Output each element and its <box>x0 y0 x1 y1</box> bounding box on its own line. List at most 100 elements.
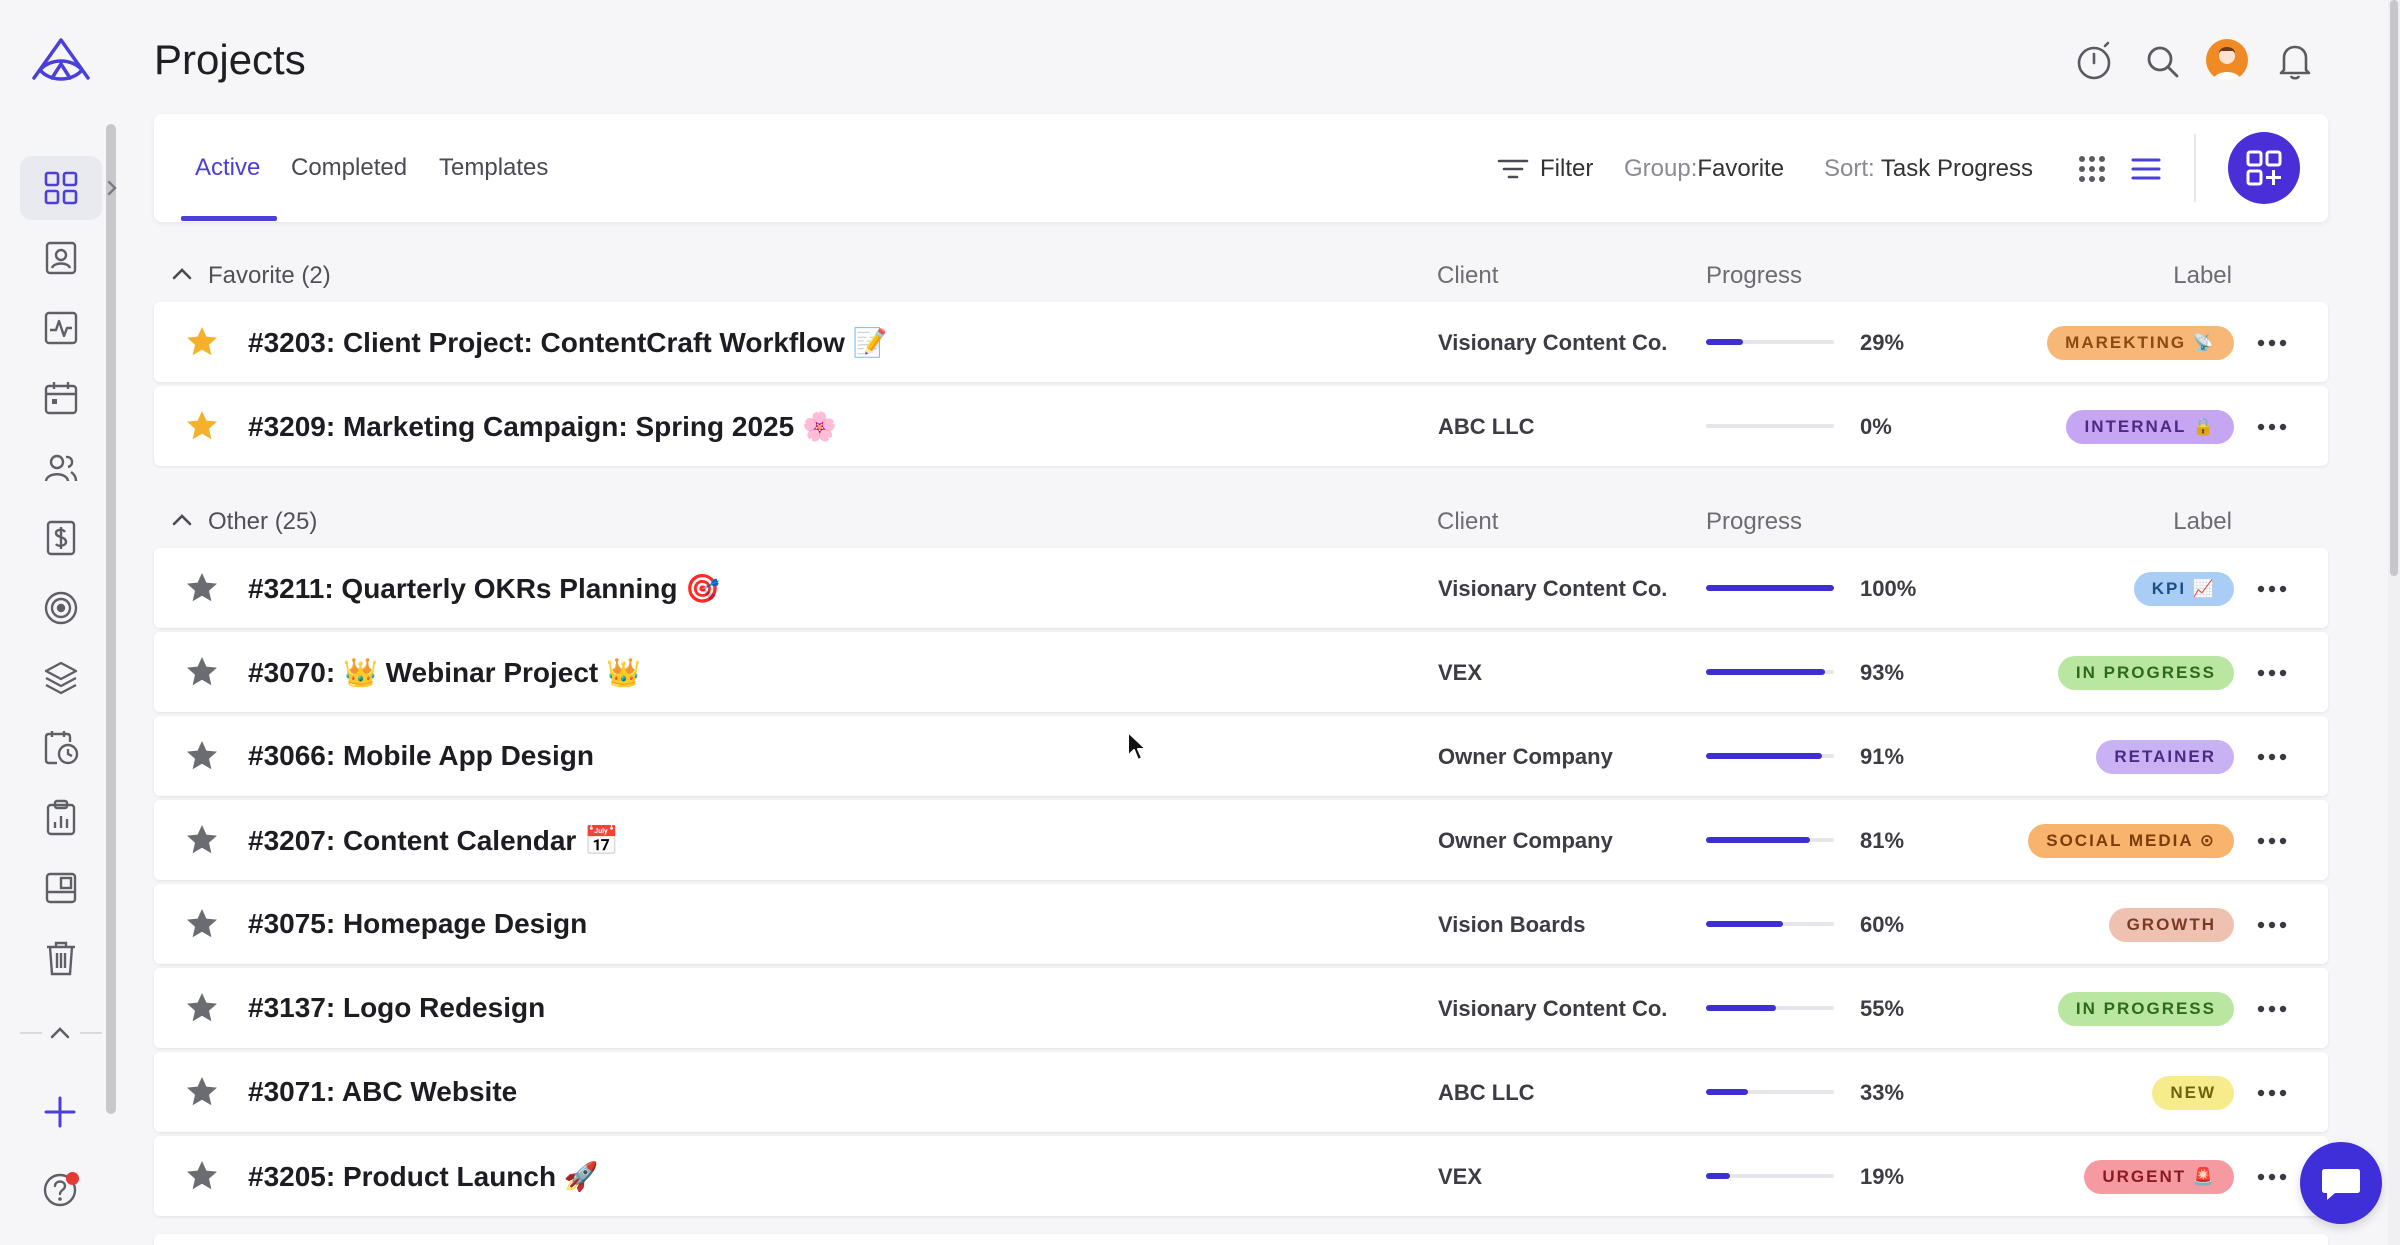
more-options-icon[interactable] <box>2254 1076 2290 1110</box>
project-row[interactable]: #3203: Client Project: ContentCraft Work… <box>154 302 2328 382</box>
favorite-star-icon[interactable] <box>184 990 220 1026</box>
user-avatar[interactable] <box>2206 39 2248 81</box>
column-header-label[interactable]: Label <box>2173 508 2232 536</box>
column-header-progress[interactable]: Progress <box>1706 508 1802 536</box>
project-row[interactable]: #3066: Mobile App Design Owner Company 91%… <box>154 716 2328 796</box>
sidebar-item-layers[interactable] <box>20 646 102 710</box>
filter-button[interactable]: Filter <box>1540 155 1593 183</box>
chevron-right-icon[interactable] <box>104 176 120 200</box>
project-name[interactable]: #3205: Product Launch 🚀 <box>248 1160 599 1193</box>
chevron-up-icon[interactable] <box>46 1022 74 1044</box>
search-icon[interactable] <box>2142 40 2184 82</box>
project-row[interactable]: #3205: Product Launch 🚀 VEX 19% URGENT 🚨 <box>154 1136 2328 1216</box>
favorite-star-icon[interactable] <box>184 570 220 606</box>
project-row[interactable]: #3071: ABC Website ABC LLC 33% NEW <box>154 1052 2328 1132</box>
sidebar-item-goals[interactable] <box>20 576 102 640</box>
project-label-badge[interactable]: INTERNAL 🔒 <box>2066 410 2234 444</box>
sidebar-item-timesheets[interactable] <box>20 716 102 780</box>
project-name[interactable]: #3203: Client Project: ContentCraft Work… <box>248 326 888 359</box>
timer-icon[interactable] <box>2074 40 2116 82</box>
main-scrollbar-thumb[interactable] <box>2390 0 2398 576</box>
project-label-badge[interactable]: NEW <box>2152 1076 2234 1110</box>
sidebar-item-trash[interactable] <box>20 926 102 990</box>
project-row[interactable]: #3207: Content Calendar 📅 Owner Company 81… <box>154 800 2328 880</box>
column-header-label[interactable]: Label <box>2173 262 2232 290</box>
project-name[interactable]: #3070: 👑 Webinar Project 👑 <box>248 656 641 689</box>
project-name[interactable]: #3066: Mobile App Design <box>248 740 594 772</box>
project-label-badge[interactable]: KPI 📈 <box>2133 572 2234 606</box>
project-label-badge[interactable]: IN PROGRESS <box>2057 656 2234 690</box>
project-label-badge[interactable]: IN PROGRESS <box>2057 992 2234 1026</box>
sidebar-item-templates[interactable] <box>20 856 102 920</box>
app-logo-icon[interactable] <box>30 34 92 86</box>
more-options-icon[interactable] <box>2254 992 2290 1026</box>
group-header-favorite[interactable]: Favorite (2) Client Progress Label <box>154 256 2328 296</box>
more-options-icon[interactable] <box>2254 410 2290 444</box>
sidebar-item-reports[interactable] <box>20 786 102 850</box>
project-label-badge[interactable]: MAREKTING 📡 <box>2047 326 2234 360</box>
sidebar-item-contacts[interactable] <box>20 226 102 290</box>
tab-active[interactable]: Active <box>195 154 260 182</box>
grid-view-icon[interactable] <box>2075 152 2109 186</box>
sidebar-scrollbar[interactable] <box>106 124 116 1114</box>
favorite-star-icon[interactable] <box>184 1074 220 1110</box>
group-by-selector[interactable]: Group:Favorite <box>1624 155 1784 183</box>
chevron-up-icon[interactable] <box>170 510 194 530</box>
column-header-progress[interactable]: Progress <box>1706 262 1802 290</box>
more-options-icon[interactable] <box>2254 908 2290 942</box>
project-row[interactable]: #3137: Logo Redesign Visionary Content Co… <box>154 968 2328 1048</box>
project-name[interactable]: #3137: Logo Redesign <box>248 992 545 1024</box>
bell-icon[interactable] <box>2274 40 2316 82</box>
more-options-icon[interactable] <box>2254 1160 2290 1194</box>
sidebar-item-dashboard[interactable] <box>20 156 102 220</box>
project-client: VEX <box>1438 660 1483 685</box>
project-row[interactable]: #3070: 👑 Webinar Project 👑 VEX 93% IN PROGR… <box>154 632 2328 712</box>
project-name[interactable]: #3071: ABC Website <box>248 1076 517 1108</box>
chat-button[interactable] <box>2300 1142 2382 1224</box>
project-name[interactable]: #3075: Homepage Design <box>248 908 587 940</box>
project-row[interactable]: #3211: Quarterly OKRs Planning 🎯 Visionar… <box>154 548 2328 628</box>
table-row[interactable] <box>154 1234 2328 1245</box>
chevron-up-icon[interactable] <box>170 264 194 284</box>
sidebar-item-invoices[interactable] <box>20 506 102 570</box>
sort-selector[interactable]: Sort: Task Progress <box>1824 155 2033 183</box>
sidebar-item-calendar[interactable] <box>20 366 102 430</box>
list-view-icon[interactable] <box>2129 152 2163 186</box>
project-name[interactable]: #3211: Quarterly OKRs Planning 🎯 <box>248 572 720 605</box>
favorite-star-icon[interactable] <box>184 324 220 360</box>
sidebar-item-team[interactable] <box>20 436 102 500</box>
sidebar-item-activity[interactable] <box>20 296 102 360</box>
tab-completed[interactable]: Completed <box>291 154 407 182</box>
more-options-icon[interactable] <box>2254 824 2290 858</box>
add-project-button[interactable] <box>2228 132 2300 204</box>
favorite-star-icon[interactable] <box>184 408 220 444</box>
progress-bar-fill <box>1706 339 1744 345</box>
project-row[interactable]: #3075: Homepage Design Vision Boards 60% GR… <box>154 884 2328 964</box>
more-options-icon[interactable] <box>2254 572 2290 606</box>
group-header-other[interactable]: Other (25) Client Progress Label <box>154 502 2328 542</box>
project-row[interactable]: #3209: Marketing Campaign: Spring 2025 🌸… <box>154 386 2328 466</box>
progress-bar <box>1706 424 1834 428</box>
project-label-badge[interactable]: URGENT 🚨 <box>2084 1160 2234 1194</box>
more-options-icon[interactable] <box>2254 326 2290 360</box>
favorite-star-icon[interactable] <box>184 1158 220 1194</box>
sidebar-divider <box>80 1032 102 1034</box>
project-name[interactable]: #3207: Content Calendar 📅 <box>248 824 619 857</box>
project-label-badge[interactable]: RETAINER <box>2096 740 2234 774</box>
project-name[interactable]: #3209: Marketing Campaign: Spring 2025 🌸 <box>248 410 837 443</box>
tab-templates[interactable]: Templates <box>439 154 548 182</box>
favorite-star-icon[interactable] <box>184 906 220 942</box>
favorite-star-icon[interactable] <box>184 822 220 858</box>
filter-icon[interactable] <box>1496 152 1530 186</box>
main-scrollbar[interactable] <box>2388 0 2400 1245</box>
trash-icon <box>47 941 75 976</box>
project-label-badge[interactable]: SOCIAL MEDIA ⊙ <box>2028 824 2234 858</box>
column-header-client[interactable]: Client <box>1437 262 1498 290</box>
project-label-badge[interactable]: GROWTH <box>2108 908 2234 942</box>
favorite-star-icon[interactable] <box>184 738 220 774</box>
favorite-star-icon[interactable] <box>184 654 220 690</box>
more-options-icon[interactable] <box>2254 740 2290 774</box>
more-options-icon[interactable] <box>2254 656 2290 690</box>
column-header-client[interactable]: Client <box>1437 508 1498 536</box>
add-icon[interactable] <box>40 1092 80 1132</box>
